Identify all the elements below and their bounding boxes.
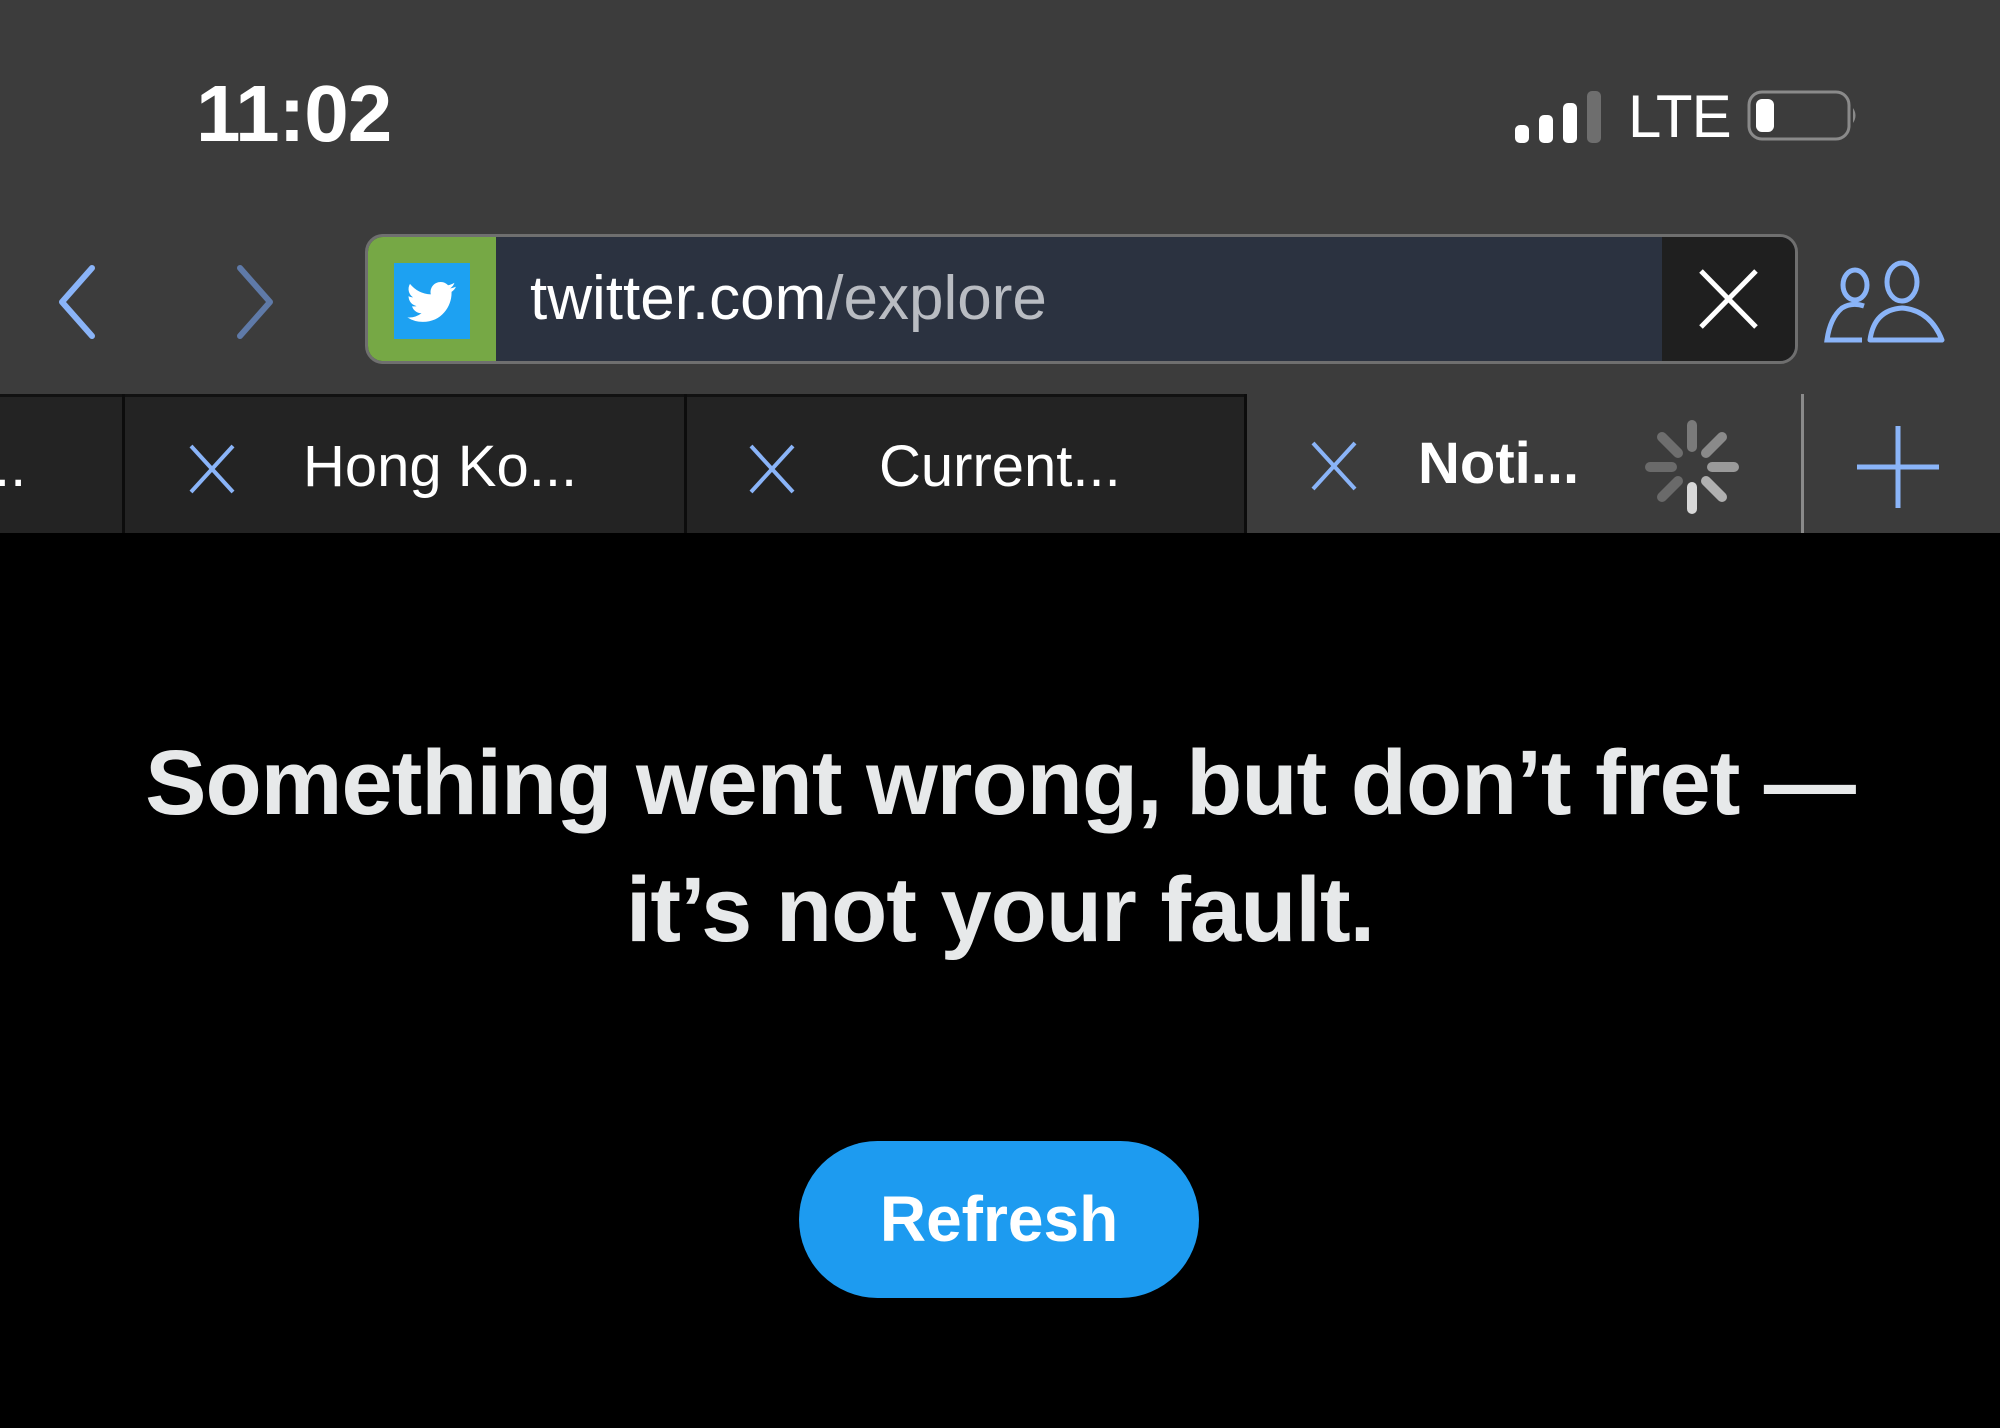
network-type: LTE [1628, 83, 1732, 150]
tab-label: .. [0, 434, 27, 499]
site-identity[interactable] [368, 237, 496, 361]
loading-spinner-icon [1645, 420, 1739, 514]
address-bar[interactable]: twitter.com/explore [365, 234, 1798, 364]
forward-button[interactable] [222, 262, 282, 342]
error-line-1: Something went wrong, but don’t fret — [145, 732, 1856, 834]
tab-label: Current... [879, 434, 1121, 499]
twitter-bird-icon [394, 263, 470, 339]
clear-url-button[interactable] [1662, 237, 1795, 361]
url-text[interactable]: twitter.com/explore [530, 237, 1047, 361]
error-line-2: it’s not your fault. [625, 859, 1375, 961]
url-domain: twitter.com [530, 264, 827, 333]
tab-3[interactable]: Current... [687, 394, 1245, 533]
new-tab-divider [1801, 394, 1804, 533]
tab-2[interactable]: Hong Ko... [125, 394, 684, 533]
signal-strength-icon [1515, 91, 1601, 143]
tab-label: Noti... [1418, 431, 1580, 496]
status-time: 11:02 [196, 69, 392, 158]
battery-icon [1747, 90, 1856, 141]
people-icon[interactable] [1822, 258, 1948, 346]
close-tab-button[interactable] [745, 442, 799, 496]
close-tab-button[interactable] [185, 442, 239, 496]
close-icon [1699, 269, 1758, 329]
back-button[interactable] [50, 262, 110, 342]
error-message: Something went wrong, but don’t fret — i… [0, 720, 2000, 974]
close-tab-button[interactable] [1307, 439, 1361, 493]
url-path: /explore [826, 264, 1047, 333]
refresh-button[interactable]: Refresh [799, 1141, 1199, 1298]
new-tab-button[interactable] [1855, 424, 1941, 510]
tab-label: Hong Ko... [303, 434, 578, 499]
tab-1[interactable]: .. [0, 394, 123, 533]
